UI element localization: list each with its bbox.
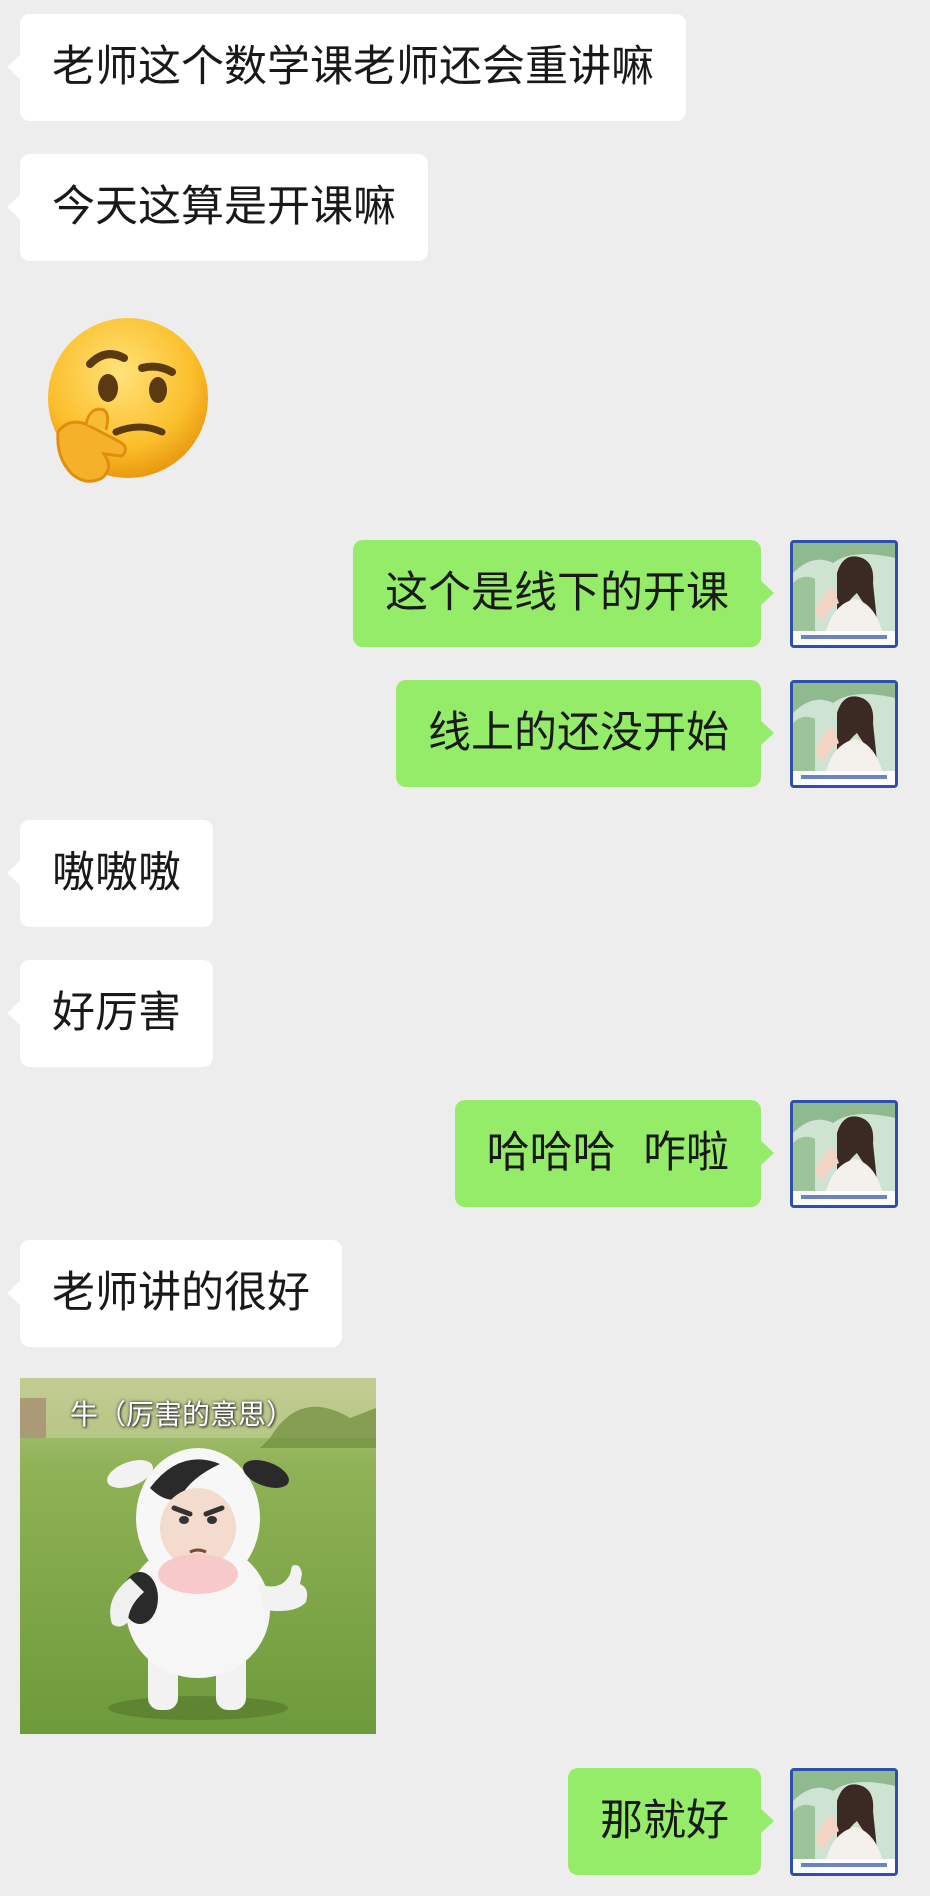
incoming-message-bubble[interactable]: 老师讲的很好 [7, 1240, 342, 1347]
outgoing-message-bubble[interactable]: 哈哈哈 咋啦 [454, 1100, 775, 1207]
incoming-message-bubble[interactable]: 老师这个数学课老师还会重讲嘛 [7, 14, 686, 121]
outgoing-message-bubble[interactable]: 线上的还没开始 [396, 680, 774, 787]
thinking-face-icon[interactable] [38, 314, 214, 490]
thumbs-up-cow-sticker[interactable]: 牛（厉害的意思） [20, 1378, 376, 1734]
incoming-message-bubble[interactable]: 好厉害 [7, 960, 213, 1067]
avatar[interactable] [790, 680, 898, 788]
outgoing-message-bubble[interactable]: 这个是线下的开课 [353, 540, 774, 647]
chat-message-list[interactable]: 老师这个数学课老师还会重讲嘛 今天这算是开课嘛 这个是线下的开课 线上的还没开始… [0, 0, 930, 1896]
incoming-message-bubble[interactable]: 今天这算是开课嘛 [7, 154, 428, 261]
incoming-message-bubble[interactable]: 嗷嗷嗷 [7, 820, 213, 927]
avatar[interactable] [790, 1100, 898, 1208]
avatar[interactable] [790, 1768, 898, 1876]
sticker-caption: 牛（厉害的意思） [70, 1398, 295, 1431]
avatar[interactable] [790, 540, 898, 648]
outgoing-message-bubble[interactable]: 那就好 [568, 1768, 774, 1875]
